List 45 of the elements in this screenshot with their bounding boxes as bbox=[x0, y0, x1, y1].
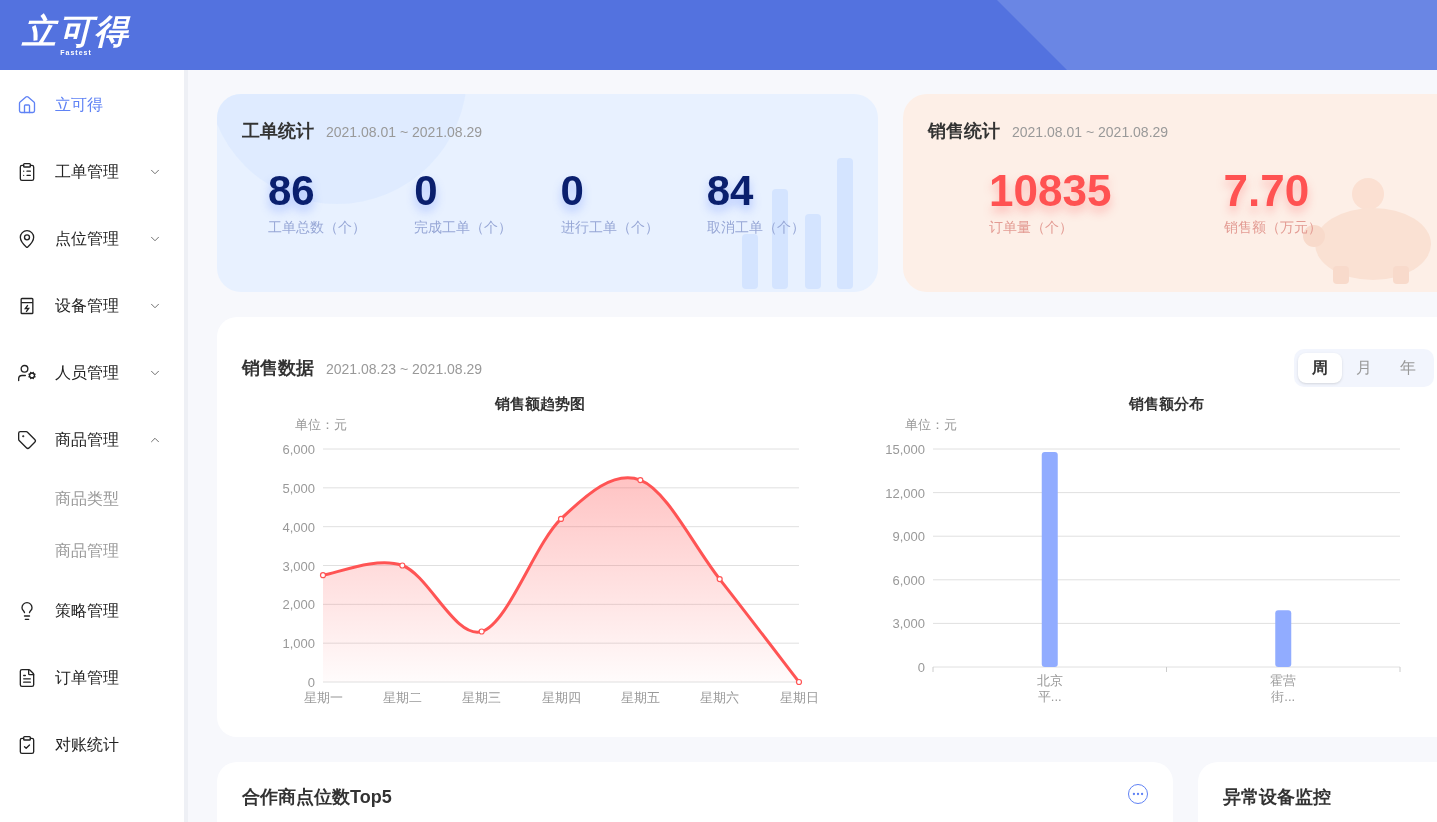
date-range: 2021.08.01 ~ 2021.08.29 bbox=[1012, 123, 1169, 142]
date-range: 2021.08.01 ~ 2021.08.29 bbox=[326, 123, 483, 142]
stat-value: 86 bbox=[268, 167, 315, 215]
card-title: 工单统计 bbox=[242, 120, 314, 143]
chart-title: 销售额分布 bbox=[1129, 395, 1204, 412]
axis-tick-label: 9,000 bbox=[892, 529, 925, 545]
card-title: 合作商点位数Top5 bbox=[242, 786, 392, 809]
axis-tick-label: 星期四 bbox=[541, 690, 581, 705]
axis-tick-label: 15,000 bbox=[885, 442, 925, 457]
stat-label: 取消工单（个） bbox=[706, 218, 805, 237]
stat-value: 10835 bbox=[989, 167, 1112, 215]
axis-tick-label: 霍营街... bbox=[1269, 673, 1298, 705]
stat-value: 84 bbox=[706, 167, 754, 215]
card-title: 异常设备监控 bbox=[1222, 786, 1331, 809]
axis-tick-label: 星期二 bbox=[382, 690, 422, 705]
axis-tick-label: 0 bbox=[307, 675, 315, 690]
axis-unit: 单位：元 bbox=[905, 417, 957, 432]
axis-tick-label: 星期五 bbox=[620, 690, 660, 705]
chart-title: 销售额趋势图 bbox=[495, 395, 585, 412]
date-range: 2021.08.23 ~ 2021.08.29 bbox=[326, 359, 483, 379]
card-title: 销售统计 bbox=[928, 120, 1000, 143]
axis-tick-label: 0 bbox=[917, 660, 925, 675]
axis-unit: 单位：元 bbox=[295, 417, 347, 432]
stat-value: 0 bbox=[560, 167, 584, 215]
axis-tick-label: 1,000 bbox=[282, 636, 315, 652]
stat-label: 完成工单（个） bbox=[414, 218, 513, 237]
stat-value: 7.70 bbox=[1223, 167, 1310, 215]
axis-tick-label: 6,000 bbox=[892, 572, 925, 588]
axis-tick-label: 北京平... bbox=[1035, 673, 1064, 705]
axis-tick-label: 2,000 bbox=[282, 597, 315, 613]
axis-tick-label: 星期三 bbox=[462, 690, 502, 705]
axis-tick-label: 5,000 bbox=[282, 480, 315, 496]
stat-label: 订单量（个） bbox=[989, 218, 1073, 237]
axis-tick-label: 3,000 bbox=[892, 616, 925, 632]
axis-tick-label: 3,000 bbox=[282, 558, 315, 574]
axis-tick-label: 12,000 bbox=[885, 485, 925, 501]
stat-label: 进行工单（个） bbox=[560, 218, 659, 237]
card-title: 销售数据 bbox=[242, 356, 314, 380]
axis-tick-label: 星期日 bbox=[779, 690, 819, 705]
stat-value: 0 bbox=[414, 167, 438, 215]
axis-tick-label: 4,000 bbox=[282, 519, 315, 535]
axis-tick-label: 6,000 bbox=[282, 442, 315, 457]
stat-label: 工单总数（个） bbox=[268, 218, 366, 237]
axis-tick-label: 星期六 bbox=[700, 690, 740, 705]
stat-label: 销售额（万元） bbox=[1223, 218, 1322, 237]
